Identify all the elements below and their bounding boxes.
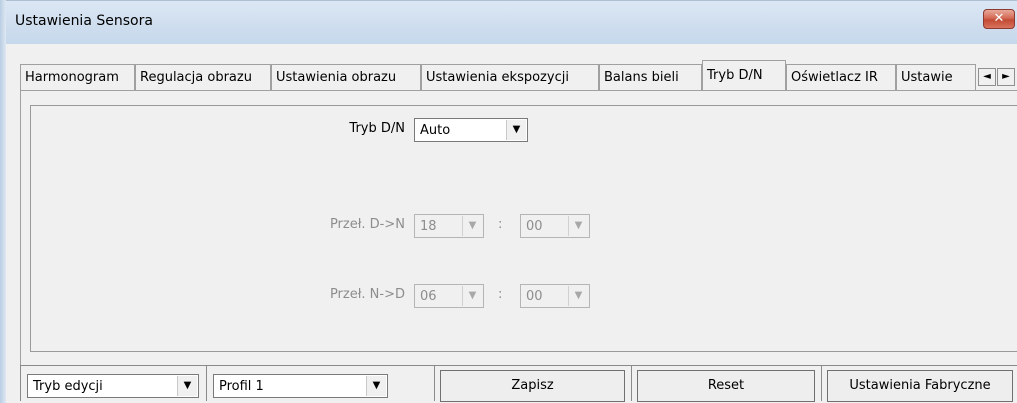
tab-strip: Harmonogram Regulacja obrazu Ustawienia … xyxy=(20,60,1017,90)
tab-scroll-right-button[interactable]: ► xyxy=(997,68,1015,86)
arrow-left-icon: ◄ xyxy=(983,71,991,82)
d2n-label: Przeł. D->N xyxy=(329,217,405,232)
dn-mode-label: Tryb D/N xyxy=(349,121,405,136)
chevron-down-icon: ▼ xyxy=(506,120,526,140)
chevron-down-icon: ▼ xyxy=(462,286,482,306)
time-colon: : xyxy=(498,287,503,302)
close-icon: ✕ xyxy=(993,11,1005,26)
time-colon: : xyxy=(498,217,503,232)
tab-label: Tryb D/N xyxy=(707,68,763,83)
reset-button[interactable]: Reset xyxy=(637,370,815,402)
tab-regulacja-obrazu[interactable]: Regulacja obrazu xyxy=(135,64,271,90)
chevron-down-icon: ▼ xyxy=(366,376,386,396)
tab-scroll-left-button[interactable]: ◄ xyxy=(978,68,996,86)
d2n-minute-select[interactable]: 00 ▼ xyxy=(520,214,590,238)
n2d-minute-select[interactable]: 00 ▼ xyxy=(520,284,590,308)
dialog-client: Harmonogram Regulacja obrazu Ustawienia … xyxy=(6,44,1017,403)
dn-mode-select[interactable]: Auto ▼ xyxy=(414,118,528,142)
chevron-down-icon: ▼ xyxy=(462,216,482,236)
profile-value: Profil 1 xyxy=(219,379,264,394)
chevron-down-icon: ▼ xyxy=(568,286,588,306)
close-button[interactable]: ✕ xyxy=(983,9,1015,29)
edit-mode-select[interactable]: Tryb edycji ▼ xyxy=(27,374,199,398)
tab-harmonogram[interactable]: Harmonogram xyxy=(20,64,135,90)
save-button[interactable]: Zapisz xyxy=(440,370,625,402)
n2d-hour-value: 06 xyxy=(420,289,437,304)
divider xyxy=(20,365,21,401)
window-title: Ustawienia Sensora xyxy=(15,13,153,29)
divider xyxy=(821,365,822,401)
divider xyxy=(631,365,632,401)
divider xyxy=(206,365,207,401)
tab-label: Harmonogram xyxy=(25,70,119,85)
n2d-label: Przeł. N->D xyxy=(329,287,405,302)
dn-settings-group: Tryb D/N Auto ▼ Przeł. D->N 18 ▼ : 00 ▼ … xyxy=(30,105,1017,352)
divider xyxy=(434,365,435,401)
chevron-down-icon: ▼ xyxy=(177,376,197,396)
n2d-minute-value: 00 xyxy=(526,289,543,304)
tab-label: Regulacja obrazu xyxy=(140,70,252,85)
tab-tryb-dn[interactable]: Tryb D/N xyxy=(702,60,786,90)
tab-label: Balans bieli xyxy=(604,70,679,85)
d2n-minute-value: 00 xyxy=(526,219,543,234)
arrow-right-icon: ► xyxy=(1002,71,1010,82)
tab-ustawienia-obrazu[interactable]: Ustawienia obrazu xyxy=(271,64,421,90)
tab-ustawienia-ekspozycji[interactable]: Ustawienia ekspozycji xyxy=(421,64,599,90)
bottom-separator xyxy=(20,365,1017,366)
tab-label: Ustawie xyxy=(901,70,953,85)
tab-label: Oświetlacz IR xyxy=(791,70,878,85)
tab-label: Ustawienia obrazu xyxy=(276,70,397,85)
edit-mode-value: Tryb edycji xyxy=(33,379,103,394)
title-bar[interactable]: Ustawienia Sensora ✕ xyxy=(6,0,1017,44)
tab-ustawienia-more[interactable]: Ustawie xyxy=(896,64,976,90)
tab-label: Ustawienia ekspozycji xyxy=(426,70,569,85)
d2n-hour-select[interactable]: 18 ▼ xyxy=(414,214,484,238)
tab-balans-bieli[interactable]: Balans bieli xyxy=(599,64,702,90)
n2d-hour-select[interactable]: 06 ▼ xyxy=(414,284,484,308)
profile-select[interactable]: Profil 1 ▼ xyxy=(213,374,388,398)
factory-settings-button[interactable]: Ustawienia Fabryczne xyxy=(827,370,1013,402)
tab-oswietlacz-ir[interactable]: Oświetlacz IR xyxy=(786,64,896,90)
chevron-down-icon: ▼ xyxy=(568,216,588,236)
dn-mode-value: Auto xyxy=(420,123,451,138)
d2n-hour-value: 18 xyxy=(420,219,437,234)
